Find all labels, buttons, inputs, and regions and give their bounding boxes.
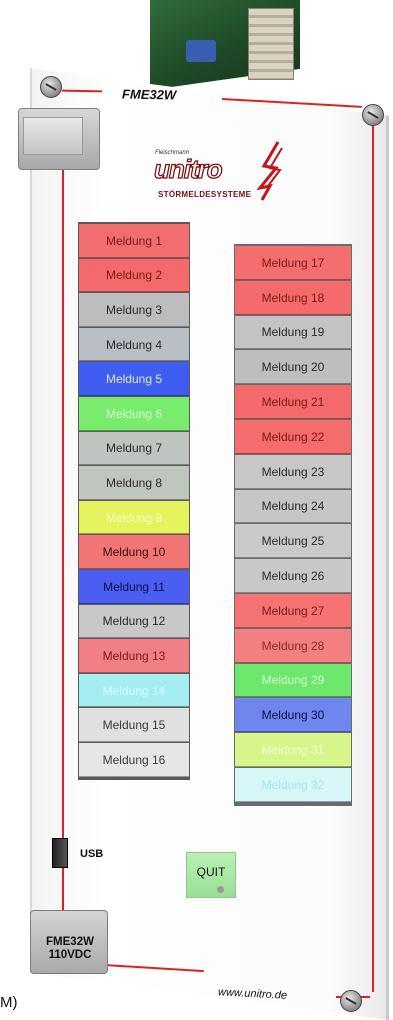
board-connector — [248, 8, 294, 80]
message-indicator-9: Meldung 9 — [79, 500, 189, 535]
lightning-bolt-icon — [256, 141, 283, 201]
quit-led-indicator — [216, 886, 224, 893]
message-indicator-25: Meldung 25 — [235, 524, 351, 559]
screw-bottom-right — [340, 990, 362, 1012]
red-border-left — [62, 152, 64, 932]
message-indicator-30: Meldung 30 — [235, 698, 351, 733]
message-indicator-23: Meldung 23 — [235, 454, 351, 489]
message-indicator-17: Meldung 17 — [235, 246, 351, 280]
message-indicator-13: Meldung 13 — [79, 639, 189, 673]
message-indicator-4: Meldung 4 — [79, 327, 189, 362]
top-handle[interactable] — [18, 108, 100, 170]
message-indicator-5: Meldung 5 — [79, 362, 189, 396]
message-indicator-11: Meldung 11 — [79, 570, 189, 604]
message-indicator-19: Meldung 19 — [235, 315, 351, 350]
message-indicator-31: Meldung 31 — [235, 733, 351, 767]
quit-button[interactable]: QUIT — [186, 852, 236, 898]
screw-top-right — [362, 104, 384, 126]
board-component — [186, 40, 216, 62]
message-indicator-12: Meldung 12 — [79, 604, 189, 639]
message-indicator-15: Meldung 15 — [79, 708, 189, 742]
message-indicator-32: Meldung 32 — [235, 768, 351, 802]
message-indicator-29: Meldung 29 — [235, 663, 351, 698]
message-indicator-27: Meldung 27 — [235, 594, 351, 628]
message-indicator-22: Meldung 22 — [235, 420, 351, 454]
message-indicator-1: Meldung 1 — [79, 224, 189, 258]
logo-subtitle: STÖRMELDESYSTEME — [158, 190, 252, 199]
usb-label: USB — [80, 848, 104, 860]
message-indicator-2: Meldung 2 — [79, 258, 189, 293]
caption-fragment: M) — [0, 994, 18, 1011]
message-indicator-6: Meldung 6 — [79, 397, 189, 431]
red-border-right — [372, 122, 374, 992]
message-indicator-28: Meldung 28 — [235, 628, 351, 663]
message-indicator-16: Meldung 16 — [79, 743, 189, 777]
message-indicator-20: Meldung 20 — [235, 350, 351, 385]
handle-label: FME32W 110VDC — [38, 936, 102, 962]
message-indicator-7: Meldung 7 — [79, 431, 189, 466]
quit-label: QUIT — [196, 865, 226, 879]
message-indicator-18: Meldung 18 — [235, 280, 351, 315]
message-indicator-26: Meldung 26 — [235, 559, 351, 593]
screw-top-left — [40, 76, 62, 98]
handle-label-voltage: 110VDC — [48, 949, 92, 961]
logo-wordmark: unitro — [153, 153, 223, 184]
message-indicator-14: Meldung 14 — [79, 673, 189, 708]
website-url: www.unitro.de — [217, 986, 288, 1002]
message-indicator-21: Meldung 21 — [235, 385, 351, 419]
model-label-top: FME32W — [121, 86, 177, 103]
message-indicator-24: Meldung 24 — [235, 489, 351, 524]
message-indicator-10: Meldung 10 — [79, 535, 189, 569]
handle-label-model: FME32W — [46, 936, 94, 948]
message-indicator-3: Meldung 3 — [79, 293, 189, 327]
message-indicator-8: Meldung 8 — [79, 466, 189, 500]
usb-port[interactable] — [52, 838, 68, 868]
